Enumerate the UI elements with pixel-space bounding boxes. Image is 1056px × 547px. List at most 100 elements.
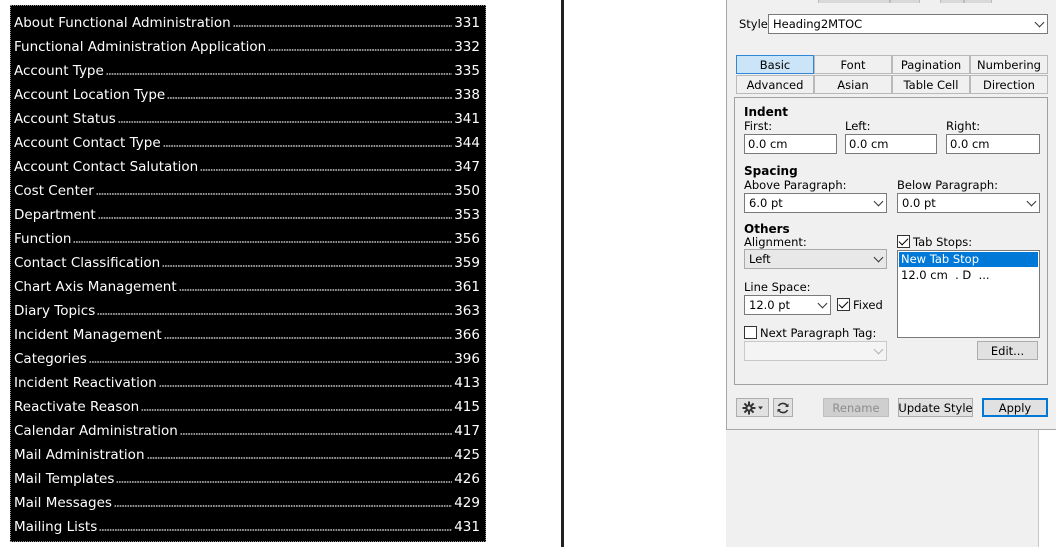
tab-pagination[interactable]: Pagination xyxy=(892,55,970,74)
above-paragraph-dropdown[interactable]: 6.0 pt xyxy=(744,193,887,213)
gear-icon xyxy=(742,401,764,415)
toc-entry-title: Mail Messages xyxy=(14,495,112,511)
toc-entry-title: About Functional Administration xyxy=(14,15,231,31)
right-indent-field[interactable]: 0.0 cm xyxy=(946,134,1040,154)
tab-basic[interactable]: Basic xyxy=(736,55,814,74)
toc-entry[interactable]: Reactivate Reason 415 xyxy=(14,392,480,416)
toc-entry[interactable]: About Functional Administration 331 xyxy=(14,8,480,32)
line-space-dropdown[interactable]: 12.0 pt xyxy=(744,295,831,315)
tab-stop-item[interactable]: New Tab Stop xyxy=(899,252,1038,267)
style-label: Style: xyxy=(739,17,772,31)
spacing-heading: Spacing xyxy=(744,164,798,178)
toc-entry-title: Account Contact Salutation xyxy=(14,159,199,175)
toc-entry-page: 429 xyxy=(454,495,480,511)
toc-entry[interactable]: Incident Management 366 xyxy=(14,320,480,344)
toc-entry[interactable]: Calendar Administration 417 xyxy=(14,416,480,440)
toc-entry[interactable]: Categories 396 xyxy=(14,344,480,368)
first-indent-field[interactable]: 0.0 cm xyxy=(744,134,837,154)
tab-stops-checkbox[interactable] xyxy=(897,235,910,248)
tab-asian[interactable]: Asian xyxy=(814,75,892,94)
panel-tab-strip[interactable] xyxy=(890,0,920,3)
toc-entry[interactable]: Account Type 335 xyxy=(14,56,480,80)
panel-tab-strip[interactable] xyxy=(964,0,992,3)
toc-entry[interactable]: Incident Reactivation 413 xyxy=(14,368,480,392)
refresh-button[interactable] xyxy=(773,398,793,417)
toc-entry-page: 331 xyxy=(454,15,480,31)
refresh-icon xyxy=(776,401,790,415)
edit-tab-stop-button[interactable]: Edit... xyxy=(977,341,1038,360)
settings-menu-button[interactable] xyxy=(736,398,769,417)
below-paragraph-dropdown[interactable]: 0.0 pt xyxy=(897,193,1040,213)
toc-entry[interactable]: Chart Axis Management 361 xyxy=(14,272,480,296)
toc-entry-title: Incident Reactivation xyxy=(14,375,157,391)
alignment-dropdown[interactable]: Left xyxy=(744,249,887,269)
tab-direction[interactable]: Direction xyxy=(970,75,1048,94)
toc-entry[interactable]: Functional Administration Application 332 xyxy=(14,32,480,56)
rename-button[interactable]: Rename xyxy=(823,398,889,417)
toc-entry[interactable]: Diary Topics 363 xyxy=(14,296,480,320)
tab-table-cell[interactable]: Table Cell xyxy=(892,75,970,94)
update-style-button[interactable]: Update Style xyxy=(898,398,973,417)
tab-stop-item[interactable]: 12.0 cm . D ... xyxy=(899,268,1038,283)
toc-leader-dots xyxy=(163,336,453,340)
toc-entry-title: Categories xyxy=(14,351,87,367)
toc-entry[interactable]: Department 353 xyxy=(14,200,480,224)
toc-leader-dots xyxy=(162,264,453,268)
toc-entry-page: 356 xyxy=(454,231,480,247)
next-paragraph-tag-checkbox[interactable] xyxy=(744,326,757,339)
toc-entry[interactable]: Account Location Type 338 xyxy=(14,80,480,104)
toc-selection[interactable]: About Functional Administration 331 Funct… xyxy=(10,5,486,542)
chevron-down-icon xyxy=(814,296,830,314)
toc-entry[interactable]: Mail Messages 429 xyxy=(14,488,480,512)
panel-tab-strip[interactable] xyxy=(818,0,890,3)
toc-entry-title: Functional Administration Application xyxy=(14,39,267,55)
panel-dock-area xyxy=(726,430,1056,547)
toc-entry-title: Incident Management xyxy=(14,327,162,343)
toc-entry[interactable]: Function 356 xyxy=(14,224,480,248)
toc-leader-dots xyxy=(179,432,453,436)
toc-entry-page: 396 xyxy=(454,351,480,367)
toc-leader-dots xyxy=(158,384,453,388)
toc-entry[interactable]: Mail Administration 425 xyxy=(14,440,480,464)
panel-tab-strip[interactable] xyxy=(940,0,964,3)
toc-entry[interactable]: Mailing Lists 431 xyxy=(14,512,480,536)
toc-leader-dots xyxy=(73,240,453,244)
toc-leader-dots xyxy=(95,192,453,196)
toc-entry-title: Account Status xyxy=(14,111,116,127)
toc-entry-title: Mailing Lists xyxy=(14,519,98,535)
toc-entry[interactable]: Account Contact Salutation 347 xyxy=(14,152,480,176)
toc-entry-title: Calendar Administration xyxy=(14,423,178,439)
tab-numbering[interactable]: Numbering xyxy=(970,55,1048,74)
line-space-value: 12.0 pt xyxy=(749,298,791,312)
toc-leader-dots xyxy=(97,312,453,316)
chevron-down-icon xyxy=(1031,15,1047,33)
toc-entry-page: 417 xyxy=(454,423,480,439)
chevron-down-icon xyxy=(870,194,886,212)
toc-entry-page: 332 xyxy=(454,39,480,55)
tab-stops-label: Tab Stops: xyxy=(913,235,973,249)
toc-entry[interactable]: Contact Classification 359 xyxy=(14,248,480,272)
others-heading: Others xyxy=(744,222,790,236)
alignment-label: Alignment: xyxy=(744,235,807,249)
alignment-value: Left xyxy=(749,252,771,266)
apply-button[interactable]: Apply xyxy=(982,398,1048,417)
above-paragraph-value: 6.0 pt xyxy=(749,196,783,210)
next-paragraph-tag-dropdown[interactable] xyxy=(744,341,887,361)
first-indent-label: First: xyxy=(744,119,773,133)
toc-entry[interactable]: Account Contact Type 344 xyxy=(14,128,480,152)
below-paragraph-value: 0.0 pt xyxy=(902,196,936,210)
fixed-label: Fixed xyxy=(853,298,883,312)
toc-entry[interactable]: Account Status 341 xyxy=(14,104,480,128)
tab-advanced[interactable]: Advanced xyxy=(736,75,814,94)
toc-entry[interactable]: Mail Templates 426 xyxy=(14,464,480,488)
toc-entry-title: Mail Administration xyxy=(14,447,145,463)
toc-entry-page: 341 xyxy=(454,111,480,127)
tab-font[interactable]: Font xyxy=(814,55,892,74)
style-dropdown[interactable]: Heading2MTOC xyxy=(768,14,1048,34)
below-paragraph-label: Below Paragraph: xyxy=(897,178,999,192)
toc-entry[interactable]: Cost Center 350 xyxy=(14,176,480,200)
toc-leader-dots xyxy=(105,72,453,76)
left-indent-field[interactable]: 0.0 cm xyxy=(845,134,937,154)
fixed-checkbox[interactable] xyxy=(837,298,850,311)
tab-stops-list[interactable]: New Tab Stop 12.0 cm . D ... xyxy=(897,250,1040,338)
